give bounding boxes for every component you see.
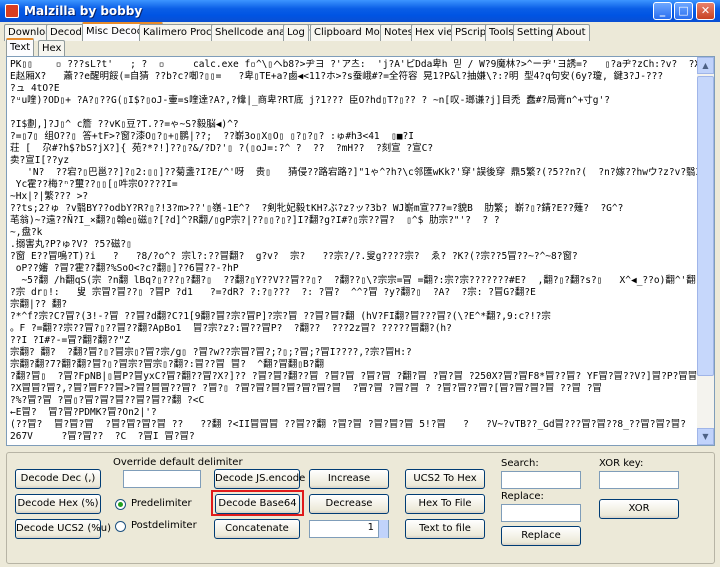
text-to-file-button[interactable]: Text to file [405,519,485,539]
delimiter-input[interactable] [123,470,201,488]
decode-dec-button[interactable]: Decode Dec (,) [15,469,101,489]
predelimiter-radio[interactable] [115,499,126,510]
decode-js-encode-button[interactable]: Decode JS.encode [214,469,305,489]
title-bar: Malzilla by bobby _ □ ✕ [0,0,720,22]
decoded-text-content[interactable]: PK▯▯ ▫ ???sL?t' ; ? ▫ calc.exe f▫^\▯ヘb8?… [7,57,697,443]
decode-base64-button[interactable]: Decode Base64 [215,494,300,514]
replace-button[interactable]: Replace [501,526,581,546]
search-input[interactable] [501,471,581,489]
window-title: Malzilla by bobby [24,4,143,18]
tab-log[interactable]: Log [283,24,309,41]
postdelimiter-radio[interactable] [115,521,126,532]
scroll-thumb[interactable] [697,76,714,376]
xor-key-label: XOR key: [599,458,644,469]
decoded-text-area[interactable]: PK▯▯ ▫ ???sL?t' ; ? ▫ calc.exe f▫^\▯ヘb8?… [6,56,715,446]
decode-hex-button[interactable]: Decode Hex (%) [15,494,101,514]
replace-input[interactable] [501,504,581,522]
vertical-scrollbar[interactable]: ▲ ▼ [697,57,714,445]
scroll-up-icon[interactable]: ▲ [697,57,714,74]
minimize-button[interactable]: _ [653,2,672,20]
predelimiter-label: Predelimiter [131,498,192,509]
postdelimiter-label: Postdelimiter [131,520,197,531]
close-button[interactable]: ✕ [696,2,715,20]
app-icon [5,4,19,18]
ucs2-to-hex-button[interactable]: UCS2 To Hex [405,469,485,489]
tab-about[interactable]: About [552,24,590,41]
decrease-button[interactable]: Decrease [309,494,389,514]
step-spinner[interactable] [378,520,388,538]
xor-button[interactable]: XOR [599,499,679,519]
controls-panel: Decode Dec (,) Decode Hex (%) Decode UCS… [6,452,715,564]
decode-ucs2-button[interactable]: Decode UCS2 (%u) [15,519,111,539]
maximize-button[interactable]: □ [674,2,693,20]
tab-hex[interactable]: Hex [38,40,66,57]
replace-label: Replace: [501,491,544,502]
increase-button[interactable]: Increase [309,469,389,489]
hex-to-file-button[interactable]: Hex To File [405,494,485,514]
concatenate-button[interactable]: Concatenate [214,519,300,539]
tab-text[interactable]: Text [6,38,35,57]
scroll-down-icon[interactable]: ▼ [697,428,714,445]
delimiter-label: Override default delimiter [113,457,243,468]
search-label: Search: [501,458,539,469]
step-value-input[interactable]: 1 [309,520,389,538]
xor-key-input[interactable] [599,471,679,489]
